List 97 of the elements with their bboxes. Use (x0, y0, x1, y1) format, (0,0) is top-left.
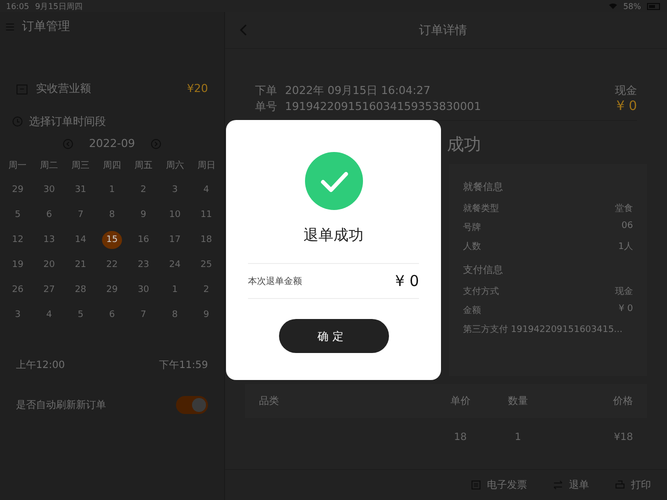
calendar-day[interactable]: 5 (8, 206, 28, 224)
calendar-day[interactable]: 2 (133, 181, 154, 199)
weekday-header: 周六 (164, 160, 185, 172)
info-value: 1人 (618, 240, 633, 253)
auto-refresh-toggle[interactable] (176, 396, 208, 414)
section-title: 支付信息 (463, 264, 504, 277)
calendar-day[interactable]: 3 (164, 181, 185, 199)
calendar-day[interactable]: 8 (164, 306, 185, 324)
confirm-button[interactable]: 确定 (278, 319, 388, 353)
calendar-day[interactable]: 7 (133, 306, 154, 324)
info-label: 人数 (463, 240, 481, 253)
status-date: 9月15日周四 (35, 0, 82, 12)
period-label: 选择订单时间段 (29, 114, 106, 129)
calendar-day[interactable]: 12 (8, 231, 28, 249)
column-header: 品类 (259, 394, 280, 408)
table-cell-text: 18 (453, 432, 468, 443)
calendar-day[interactable]: 9 (196, 306, 216, 324)
battery-icon (647, 2, 661, 10)
info-label: 号牌 (463, 222, 481, 234)
revenue-label: 实收营业额 (36, 81, 91, 96)
table-cell-text: 1 (514, 432, 522, 443)
action-button[interactable]: 打印 (615, 478, 651, 492)
payment-type: 现金 (615, 83, 637, 98)
action-button[interactable]: 退单 (553, 478, 589, 492)
order-status: 成功 (447, 134, 482, 156)
end-time[interactable]: 下午11:59 (159, 358, 208, 372)
calendar-day[interactable]: 28 (70, 281, 91, 299)
weekday-header: 周一 (8, 160, 28, 172)
dialog-title: 退单成功 (304, 226, 364, 245)
calendar-day[interactable]: 6 (39, 206, 60, 224)
calendar-day[interactable]: 16 (133, 231, 154, 249)
calendar-day[interactable]: 11 (196, 206, 216, 224)
calendar-day[interactable]: 23 (133, 256, 154, 274)
calendar-day[interactable]: 7 (70, 206, 91, 224)
calendar-day[interactable]: 31 (70, 181, 91, 199)
month-label: 2022-09 (89, 137, 135, 150)
calendar-day[interactable]: 30 (133, 281, 154, 299)
weekday-header: 周四 (102, 160, 122, 172)
calendar-day[interactable]: 3 (8, 306, 28, 324)
calendar-day[interactable]: 21 (70, 256, 91, 274)
calendar-day[interactable]: 8 (102, 206, 122, 224)
calendar-day[interactable]: 6 (102, 306, 122, 324)
status-time: 16:05 (6, 2, 30, 10)
info-value: ¥ 0 (618, 304, 633, 316)
weekday-header: 周三 (70, 160, 91, 172)
third-party-payment: 第三方支付 191942209151603415... (463, 324, 624, 336)
calendar-day[interactable]: 27 (39, 281, 60, 299)
calendar-day[interactable]: 1 (164, 281, 185, 299)
order-total: ¥ 0 (616, 99, 637, 114)
info-value: 06 (622, 221, 633, 233)
section-title: 就餐信息 (463, 180, 504, 194)
calendar-day[interactable]: 13 (39, 231, 60, 249)
refund-amount-label: 本次退单金额 (248, 276, 302, 288)
calendar-day[interactable]: 14 (70, 231, 91, 249)
calendar-day[interactable]: 10 (164, 206, 185, 224)
calendar-day[interactable]: 29 (8, 181, 28, 199)
calendar-day[interactable]: 30 (39, 181, 60, 199)
calendar-day[interactable]: 5 (70, 306, 91, 324)
calendar-day[interactable]: 25 (196, 256, 216, 274)
calendar-day[interactable]: 19 (8, 256, 28, 274)
info-value: 堂食 (615, 202, 633, 215)
weekday-header: 周二 (39, 160, 60, 172)
column-header: 价格 (612, 394, 633, 408)
calendar-day[interactable]: 20 (39, 256, 60, 274)
weekday-header: 周五 (133, 160, 154, 172)
calendar-day[interactable]: 9 (133, 206, 154, 224)
check-icon (304, 152, 362, 210)
auto-refresh-label: 是否自动刷新新订单 (16, 398, 106, 412)
order-number: 单号 1919422091516034159353830001 (255, 99, 482, 114)
calendar-day[interactable]: 26 (8, 281, 28, 299)
table-cell-text: ¥18 (612, 432, 633, 443)
calendar-day[interactable]: 18 (196, 231, 216, 249)
info-label: 就餐类型 (463, 202, 499, 215)
info-value: 现金 (615, 286, 633, 298)
start-time[interactable]: 上午12:00 (16, 358, 65, 372)
sidebar-title: 订单管理 (22, 18, 70, 35)
calendar-day[interactable]: 29 (102, 281, 122, 299)
info-label: 金额 (463, 304, 481, 317)
calendar-day[interactable]: 15 (102, 231, 122, 249)
battery-percent: 58% (623, 2, 641, 10)
page-title: 订单详情 (418, 22, 468, 38)
refund-amount: ¥ 0 (395, 272, 419, 290)
wifi-icon (609, 3, 618, 9)
info-label: 支付方式 (463, 286, 499, 298)
column-header: 数量 (506, 395, 529, 408)
revenue-value: ¥20 (187, 82, 208, 95)
calendar-day[interactable]: 22 (102, 256, 122, 274)
calendar-day[interactable]: 1 (102, 181, 122, 199)
calendar-day[interactable]: 17 (164, 231, 185, 249)
weekday-header: 周日 (196, 160, 216, 172)
column-header: 单价 (449, 394, 472, 408)
calendar-day[interactable]: 24 (164, 256, 185, 274)
calendar-day[interactable]: 4 (39, 306, 60, 324)
calendar-day[interactable]: 4 (196, 181, 216, 199)
order-time: 下单 2022年 09月15日 16:04:27 (255, 83, 432, 98)
calendar-day[interactable]: 2 (196, 281, 216, 299)
action-button[interactable]: 电子发票 (471, 478, 527, 492)
